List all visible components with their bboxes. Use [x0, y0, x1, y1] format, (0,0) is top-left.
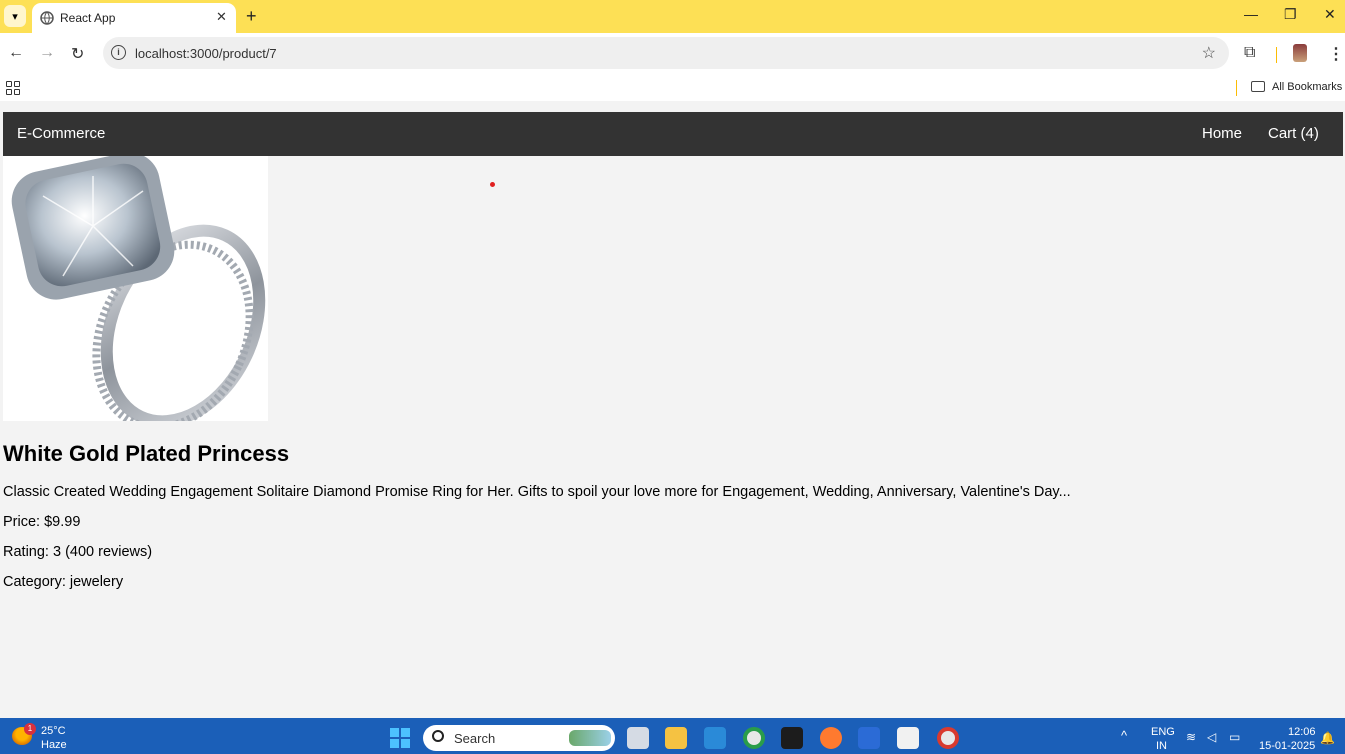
weather-badge: 1	[24, 723, 36, 735]
toolbar-divider	[1276, 47, 1277, 63]
taskbar-search[interactable]: Search	[423, 725, 615, 751]
restore-icon[interactable]: ❐	[1284, 6, 1297, 23]
site-info-icon[interactable]: i	[111, 45, 126, 60]
terminal-icon[interactable]	[781, 727, 803, 749]
product-image	[3, 156, 268, 421]
apps-grid-icon[interactable]	[6, 81, 20, 95]
notification-bell-icon[interactable]: 🔔	[1320, 731, 1335, 745]
minimize-icon[interactable]: —	[1244, 6, 1258, 22]
wifi-icon[interactable]: ≋	[1186, 730, 1196, 744]
brand-link[interactable]: E-Commerce	[17, 125, 105, 142]
tab-bar: ▾ React App ✕ + — ❐ ✕	[0, 0, 1345, 33]
windows-start-icon[interactable]	[390, 728, 410, 748]
browser-tab[interactable]: React App ✕	[32, 3, 236, 33]
url-text[interactable]: localhost:3000/product/7	[135, 46, 277, 61]
search-icon	[432, 730, 444, 742]
tray-overflow-icon[interactable]: ^	[1121, 728, 1127, 743]
back-icon[interactable]: ←	[8, 44, 24, 62]
taskbar: 1 25°C Haze Search ^ ENG IN ≋ ◁ ▭ 12:06 …	[0, 718, 1345, 754]
nav-home-link[interactable]: Home	[1202, 125, 1242, 142]
page-content: E-Commerce Home Cart (4) White Gold Plat…	[0, 104, 1345, 718]
chrome-icon[interactable]	[743, 727, 765, 749]
reload-icon[interactable]: ↻	[71, 44, 84, 64]
site-navbar: E-Commerce Home Cart (4)	[3, 112, 1343, 156]
clock-date[interactable]: 15-01-2025	[1259, 740, 1315, 752]
firefox-icon[interactable]	[820, 727, 842, 749]
chevron-down-icon: ▾	[12, 10, 18, 23]
extensions-icon[interactable]: ⧉	[1244, 44, 1255, 62]
word-icon[interactable]	[858, 727, 880, 749]
battery-icon[interactable]: ▭	[1229, 730, 1240, 744]
bookmark-star-icon[interactable]: ☆	[1202, 43, 1216, 63]
tab-search-button[interactable]: ▾	[4, 5, 26, 27]
product-price: Price: $9.99	[3, 514, 81, 530]
cursor-dot	[490, 182, 495, 187]
new-tab-button[interactable]: +	[246, 6, 257, 27]
language-indicator[interactable]: ENG	[1151, 726, 1175, 738]
chrome-profile-icon[interactable]	[937, 727, 959, 749]
globe-icon	[40, 11, 54, 25]
volume-icon[interactable]: ◁	[1207, 730, 1216, 744]
menu-kebab-icon[interactable]: ⋮	[1328, 44, 1344, 64]
file-explorer-icon[interactable]	[665, 727, 687, 749]
product-title: White Gold Plated Princess	[3, 441, 290, 466]
region-indicator[interactable]: IN	[1156, 740, 1167, 752]
browser-toolbar: ← → ↻ i localhost:3000/product/7 ☆ ⧉ ⋮	[0, 33, 1345, 75]
forward-icon[interactable]: →	[39, 44, 55, 62]
bookmarks-bar: All Bookmarks	[0, 75, 1345, 101]
weather-condition[interactable]: Haze	[41, 739, 67, 751]
bookmarks-divider	[1236, 80, 1237, 96]
weather-temperature[interactable]: 25°C	[41, 725, 66, 737]
product-rating: Rating: 3 (400 reviews)	[3, 544, 153, 560]
search-placeholder: Search	[454, 731, 496, 746]
task-view-icon[interactable]	[627, 727, 649, 749]
vscode-icon[interactable]	[704, 727, 726, 749]
product-category: Category: jewelery	[3, 574, 124, 590]
snipping-tool-icon[interactable]	[897, 727, 919, 749]
nav-cart-link[interactable]: Cart (4)	[1268, 125, 1319, 142]
tab-title: React App	[60, 11, 116, 25]
search-highlight-image	[569, 730, 611, 746]
product-description: Classic Created Wedding Engagement Solit…	[3, 484, 1071, 500]
close-tab-icon[interactable]: ✕	[216, 9, 227, 25]
window-close-icon[interactable]: ✕	[1324, 6, 1336, 23]
all-bookmarks-link[interactable]: All Bookmarks	[1272, 81, 1342, 93]
folder-icon	[1251, 81, 1265, 92]
address-bar[interactable]: i localhost:3000/product/7 ☆	[103, 37, 1229, 69]
clock-time[interactable]: 12:06	[1288, 726, 1316, 738]
profile-avatar[interactable]	[1293, 44, 1307, 62]
